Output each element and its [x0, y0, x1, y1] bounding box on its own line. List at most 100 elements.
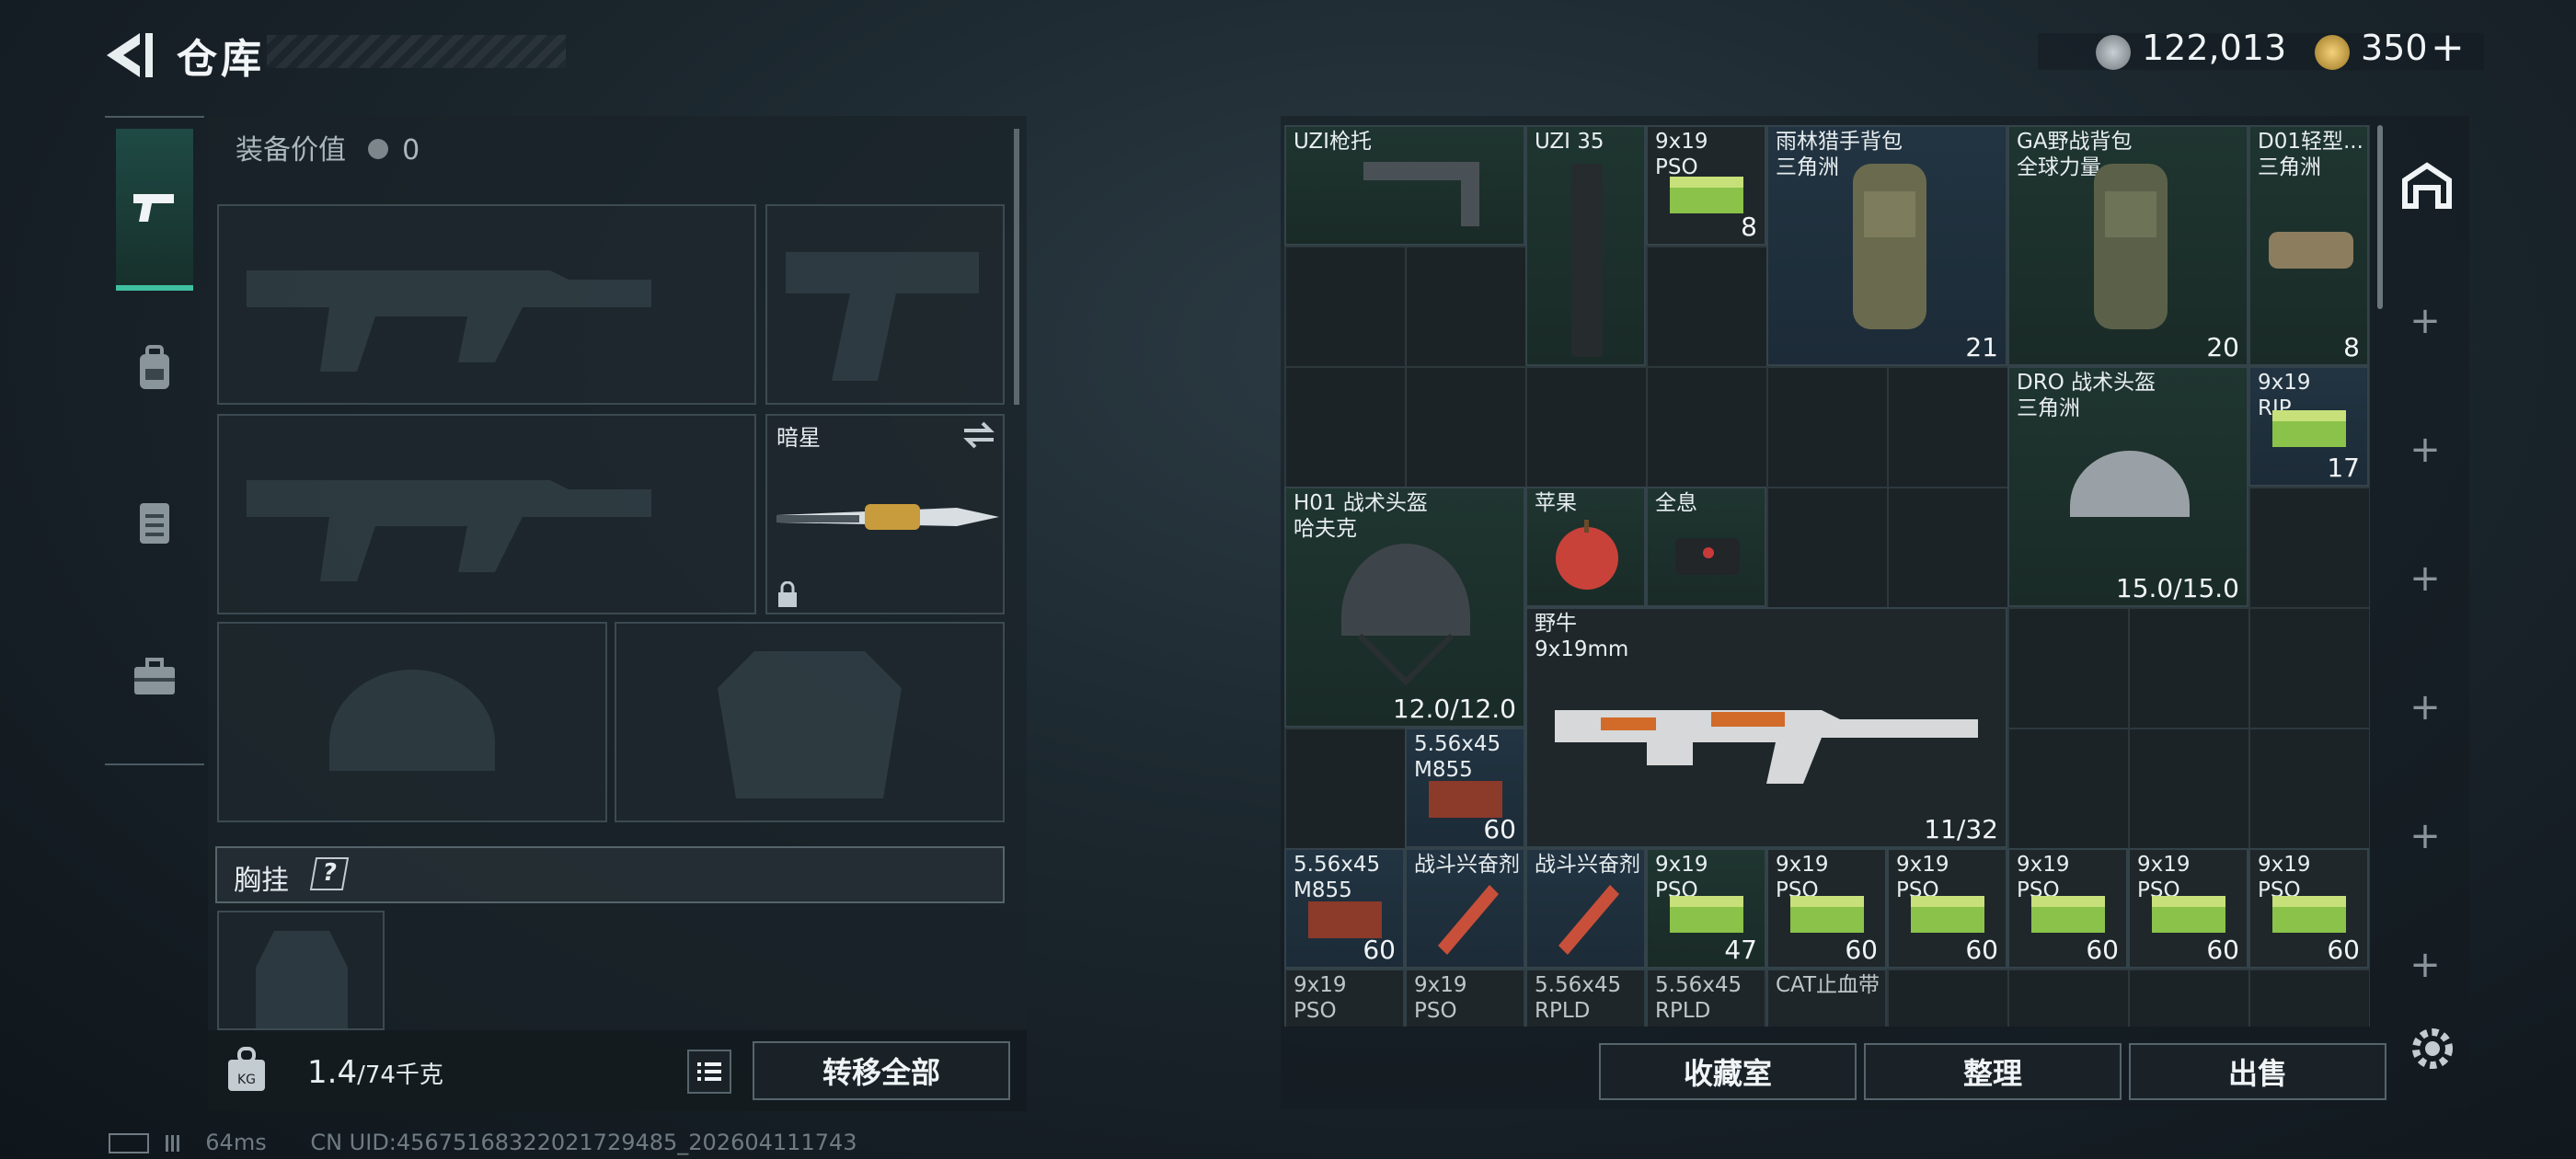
holo-sight-item[interactable]: 全息	[1646, 487, 1766, 607]
ammo-9x19-pso-item[interactable]: 9x19 PSO	[1284, 969, 1405, 1027]
add-storage-tab-button[interactable]: +	[2383, 557, 2467, 600]
back-arrow-icon[interactable]	[103, 29, 158, 81]
ammo-9x19-pso-item[interactable]: 9x19 PSO	[1405, 969, 1525, 1027]
ammo-box-icon	[2031, 896, 2105, 933]
ammo-9x19-pso-item[interactable]: 9x19 PSO 60	[2007, 848, 2128, 969]
premium-balance: 350	[2361, 28, 2428, 68]
item-count: 17	[2327, 453, 2360, 483]
backpack-icon	[140, 345, 169, 389]
melee-name: 暗星	[776, 425, 821, 451]
item-count: 60	[2086, 935, 2119, 965]
coin-icon	[367, 139, 388, 159]
swap-icon[interactable]	[962, 421, 995, 449]
transfer-all-button[interactable]: 转移全部	[753, 1041, 1010, 1100]
ammo-9x19-pso-item[interactable]: 9x19 PSO 47	[1646, 848, 1766, 969]
warehouse-icon[interactable]	[2401, 162, 2453, 210]
ammo-9x19-pso-item[interactable]: 9x19 PSO 60	[2248, 848, 2369, 969]
add-storage-tab-button[interactable]: +	[2383, 429, 2467, 471]
battery-icon	[109, 1133, 149, 1153]
ammo-box-icon	[1790, 896, 1864, 933]
backpack-icon	[2094, 164, 2168, 329]
item-name: 9x19 PSO	[1294, 973, 1347, 1023]
equipment-scrollbar[interactable]	[1014, 129, 1019, 405]
bison-smg-item[interactable]: 野牛 9x19mm 11/32	[1525, 607, 2007, 848]
help-button[interactable]: ?	[309, 857, 350, 890]
ammo-9x19-pso-item[interactable]: 9x19 PSO 8	[1646, 125, 1766, 246]
item-capacity: 8	[2343, 332, 2360, 362]
ammo-556-rpld-item[interactable]: 5.56x45 RPLD	[1646, 969, 1766, 1027]
tab-case[interactable]	[116, 600, 193, 756]
apple-icon	[1556, 520, 1618, 590]
ammo-9x19-pso-item[interactable]: 9x19 PSO 60	[2128, 848, 2248, 969]
tab-backpack[interactable]	[116, 291, 193, 447]
chest-rig-slot[interactable]	[217, 911, 385, 1032]
ammo-9x19-pso-item[interactable]: 9x19 PSO 60	[1766, 848, 1887, 969]
primary-weapon-slot[interactable]	[217, 204, 756, 405]
armor-slot[interactable]	[615, 622, 1005, 822]
tab-vest[interactable]	[116, 445, 193, 602]
sell-button[interactable]: 出售	[2129, 1043, 2386, 1100]
item-name: CAT止血带	[1776, 973, 1880, 997]
add-premium-button[interactable]: +	[2431, 24, 2465, 71]
cat-tourniquet-item[interactable]: CAT止血带	[1766, 969, 1887, 1027]
chest-rig-header: 胸挂 ?	[215, 846, 1005, 903]
weight-current: 1.4	[307, 1054, 358, 1091]
ga-field-backpack-item[interactable]: GA野战背包 全球力量 20	[2007, 125, 2248, 366]
add-storage-tab-button[interactable]: +	[2383, 686, 2467, 729]
collection-room-button[interactable]: 收藏室	[1599, 1043, 1857, 1100]
page-title: 仓库	[177, 36, 265, 83]
premium-coin-icon	[2315, 35, 2350, 70]
sort-button[interactable]: 整理	[1864, 1043, 2122, 1100]
helmet-icon	[1341, 544, 1470, 686]
combat-stimulant-item[interactable]: 战斗兴奋剂	[1405, 848, 1525, 969]
uzi-stock-item[interactable]: UZI枪托	[1284, 125, 1525, 246]
d01-light-item[interactable]: D01轻型... 三角洲 8	[2248, 125, 2369, 366]
pistol-slot[interactable]	[765, 204, 1005, 405]
weight-icon: KG	[228, 1047, 265, 1091]
item-name: 全息	[1655, 491, 1697, 515]
helmet-slot[interactable]	[217, 622, 607, 822]
coin-icon	[2096, 35, 2131, 70]
add-storage-tab-button[interactable]: +	[2383, 300, 2467, 342]
chest-rig-label: 胸挂	[234, 865, 289, 897]
armor-silhouette-icon	[718, 651, 902, 798]
smg-icon	[1555, 710, 1978, 784]
item-name: 9x19 PSO	[1414, 973, 1467, 1023]
h01-helmet-item[interactable]: H01 战术头盔 哈夫克 12.0/12.0	[1284, 487, 1525, 728]
ammo-box-icon	[2152, 896, 2225, 933]
item-durability: 15.0/15.0	[2115, 573, 2239, 603]
item-name: 战斗兴奋剂	[1414, 853, 1520, 877]
equipment-value-label: 装备价值	[236, 134, 346, 166]
uzi-suppressor-item[interactable]: UZI 35	[1525, 125, 1646, 366]
apple-item[interactable]: 苹果	[1525, 487, 1646, 607]
ammo-556-m855-item[interactable]: 5.56x45 M855 60	[1405, 728, 1525, 848]
rainforest-backpack-item[interactable]: 雨林猎手背包 三角洲 21	[1766, 125, 2007, 366]
item-count: 60	[2327, 935, 2360, 965]
ammo-9x19-rip-item[interactable]: 9x19 RIP 17	[2248, 366, 2369, 487]
carry-weight: 1.4/74千克	[307, 1054, 443, 1091]
lock-icon	[778, 581, 797, 607]
pistol-icon	[133, 194, 174, 222]
item-capacity: 20	[2206, 332, 2239, 362]
gear-icon[interactable]	[2407, 1023, 2458, 1074]
ammo-556-rpld-item[interactable]: 5.56x45 RPLD	[1525, 969, 1646, 1027]
add-storage-tab-button[interactable]: +	[2383, 815, 2467, 857]
combat-stimulant-item[interactable]: 战斗兴奋剂	[1525, 848, 1646, 969]
storage-grid: UZI枪托 UZI 35 9x19 PSO 8 雨林猎手背包 三角洲 21 GA…	[1284, 125, 2370, 1027]
melee-slot[interactable]: 暗星	[765, 414, 1005, 614]
ping-readout: 64ms	[205, 1130, 267, 1155]
title-decoration	[267, 35, 566, 68]
equipment-value-amount: 0	[402, 134, 420, 166]
item-count: 60	[1845, 935, 1878, 965]
toolbox-icon	[134, 658, 175, 694]
equipment-value: 装备价值 0	[236, 127, 420, 167]
ammo-9x19-pso-item[interactable]: 9x19 PSO 60	[1887, 848, 2007, 969]
list-view-icon[interactable]	[686, 1049, 732, 1095]
weight-max: /74千克	[357, 1061, 443, 1089]
dro-helmet-item[interactable]: DRO 战术头盔 三角洲 15.0/15.0	[2007, 366, 2248, 607]
item-count: 60	[1483, 814, 1516, 844]
add-storage-tab-button[interactable]: +	[2383, 944, 2467, 986]
ammo-556-m855-item[interactable]: 5.56x45 M855 60	[1284, 848, 1405, 969]
tab-weapons[interactable]	[116, 129, 193, 291]
secondary-weapon-slot[interactable]	[217, 414, 756, 614]
